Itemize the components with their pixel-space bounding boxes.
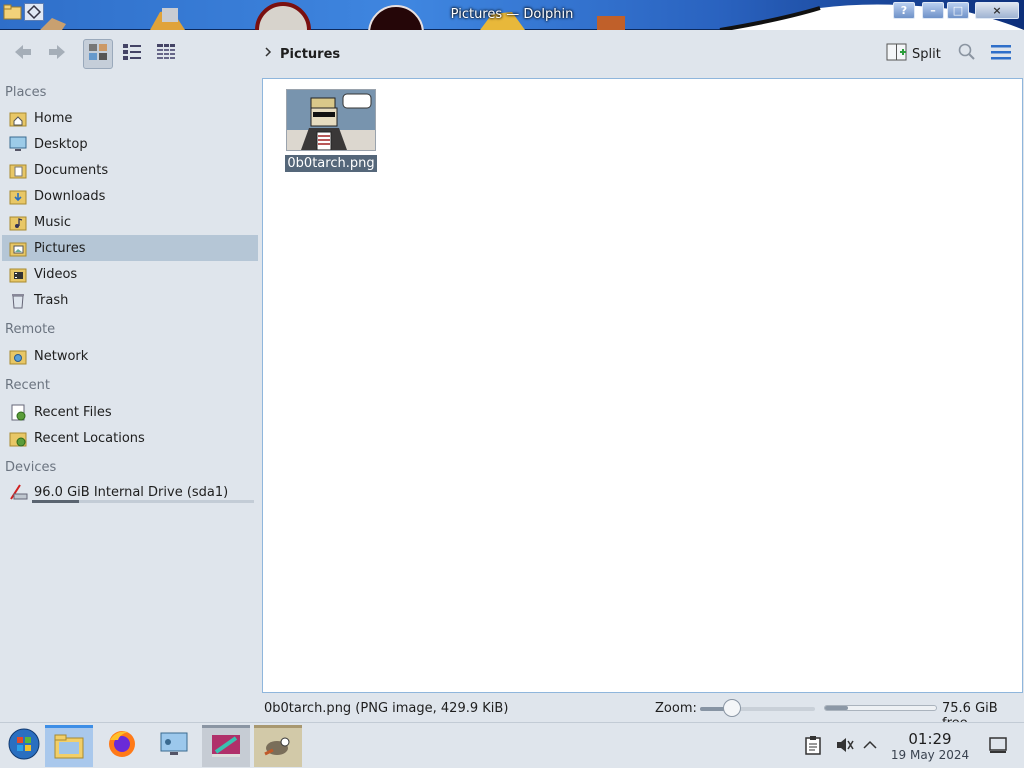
downloads-folder-icon <box>8 186 28 206</box>
sidebar-item-desktop[interactable]: Desktop <box>2 131 258 157</box>
file-view[interactable]: 0b0tarch.png <box>262 78 1023 693</box>
section-devices: Devices <box>5 460 57 475</box>
gimp-icon <box>261 732 295 764</box>
taskbar-file-manager[interactable] <box>45 725 93 767</box>
start-menu-button[interactable] <box>0 725 48 767</box>
show-desktop-icon[interactable] <box>988 735 1008 759</box>
free-space-bar <box>824 705 937 711</box>
sidebar-item-label: Videos <box>34 266 78 282</box>
sidebar-item-label: Desktop <box>34 136 88 152</box>
minimize-button[interactable]: – <box>922 2 944 19</box>
documents-folder-icon <box>8 160 28 180</box>
section-remote: Remote <box>5 322 56 337</box>
system-settings-icon <box>158 729 190 763</box>
sidebar-item-trash[interactable]: Trash <box>2 287 258 313</box>
sidebar-item-label: 96.0 GiB Internal Drive (sda1) <box>34 484 229 500</box>
image-thumbnail <box>286 89 376 151</box>
forward-icon <box>45 41 69 67</box>
music-folder-icon <box>8 212 28 232</box>
details-view-icon <box>156 43 176 65</box>
clock-time[interactable]: 01:29 <box>890 730 970 748</box>
split-icon <box>886 42 908 66</box>
sidebar-item-label: Pictures <box>34 240 86 256</box>
menu-button[interactable] <box>986 39 1016 69</box>
sidebar-item-label: Documents <box>34 162 109 178</box>
breadcrumb-chevron-icon <box>264 46 272 62</box>
taskbar: 01:29 19 May 2024 <box>0 722 1024 768</box>
split-button[interactable]: Split <box>886 42 941 66</box>
desktop-icon <box>8 134 28 154</box>
sidebar-item-recent-files[interactable]: Recent Files <box>2 399 258 425</box>
help-button[interactable]: ? <box>893 2 915 19</box>
tray-expand-icon[interactable] <box>862 735 878 759</box>
maximize-button[interactable]: □ <box>947 2 969 19</box>
videos-folder-icon <box>8 264 28 284</box>
search-button[interactable] <box>952 39 982 69</box>
file-manager-icon <box>53 732 85 764</box>
terminal-icon <box>210 732 242 764</box>
recent-locations-icon <box>8 428 28 448</box>
details-view-button[interactable] <box>151 39 181 69</box>
back-button[interactable] <box>8 39 38 69</box>
sidebar-item-pictures[interactable]: Pictures <box>2 235 258 261</box>
places-panel: Places Home Desktop Documents Downloads … <box>0 78 260 722</box>
zoom-label: Zoom: <box>655 701 697 716</box>
sidebar-item-label: Recent Files <box>34 404 112 420</box>
menu-icon <box>991 44 1011 64</box>
sidebar-item-downloads[interactable]: Downloads <box>2 183 258 209</box>
firefox-icon <box>106 728 138 764</box>
breadcrumb-current[interactable]: Pictures <box>280 47 340 62</box>
section-places: Places <box>5 85 47 100</box>
sidebar-item-home[interactable]: Home <box>2 105 258 131</box>
status-info: 0b0tarch.png (PNG image, 429.9 KiB) <box>264 701 509 716</box>
status-bar: 0b0tarch.png (PNG image, 429.9 KiB) Zoom… <box>0 697 1024 731</box>
window-titlebar[interactable]: Pictures — Dolphin ? – □ × <box>0 0 1024 30</box>
free-space-fill <box>825 706 849 710</box>
recent-files-icon <box>8 402 28 422</box>
back-icon <box>11 41 35 67</box>
compact-view-icon <box>122 43 142 65</box>
split-label: Split <box>912 46 941 62</box>
sidebar-item-label: Home <box>34 110 73 126</box>
network-folder-icon <box>8 346 28 366</box>
section-recent: Recent <box>5 378 50 393</box>
zoom-slider-handle[interactable] <box>723 699 742 717</box>
start-menu-icon <box>7 727 41 765</box>
forward-button[interactable] <box>42 39 72 69</box>
compact-view-button[interactable] <box>117 39 147 69</box>
volume-muted-icon[interactable] <box>834 735 854 759</box>
clipboard-icon[interactable] <box>804 735 822 759</box>
sidebar-item-label: Downloads <box>34 188 106 204</box>
clock-date[interactable]: 19 May 2024 <box>884 748 976 762</box>
sidebar-item-recent-locations[interactable]: Recent Locations <box>2 425 258 451</box>
sidebar-item-music[interactable]: Music <box>2 209 258 235</box>
sidebar-item-network[interactable]: Network <box>2 343 258 369</box>
drive-icon <box>8 482 28 502</box>
pictures-folder-icon <box>8 238 28 258</box>
taskbar-system-settings[interactable] <box>150 725 198 767</box>
drive-usage-bar <box>32 500 254 503</box>
main-toolbar: Pictures Split <box>0 30 1024 78</box>
taskbar-terminal[interactable] <box>202 725 250 767</box>
search-icon <box>957 42 977 66</box>
breadcrumb[interactable]: Pictures <box>264 46 340 62</box>
sidebar-item-label: Music <box>34 214 71 230</box>
window-title: Pictures — Dolphin <box>450 7 574 22</box>
home-folder-icon <box>8 108 28 128</box>
file-name: 0b0tarch.png <box>285 155 377 172</box>
icons-view-button[interactable] <box>83 39 113 69</box>
taskbar-firefox[interactable] <box>98 725 146 767</box>
sidebar-item-label: Recent Locations <box>34 430 145 446</box>
sidebar-item-label: Network <box>34 348 89 364</box>
taskbar-gimp[interactable] <box>254 725 302 767</box>
file-item[interactable]: 0b0tarch.png <box>285 89 377 172</box>
trash-icon <box>8 290 28 310</box>
close-button[interactable]: × <box>975 2 1019 19</box>
sidebar-item-videos[interactable]: Videos <box>2 261 258 287</box>
icons-view-icon <box>88 43 108 65</box>
sidebar-item-documents[interactable]: Documents <box>2 157 258 183</box>
zoom-slider[interactable] <box>700 707 815 711</box>
drive-usage-fill <box>32 500 79 503</box>
sidebar-item-label: Trash <box>34 292 69 308</box>
